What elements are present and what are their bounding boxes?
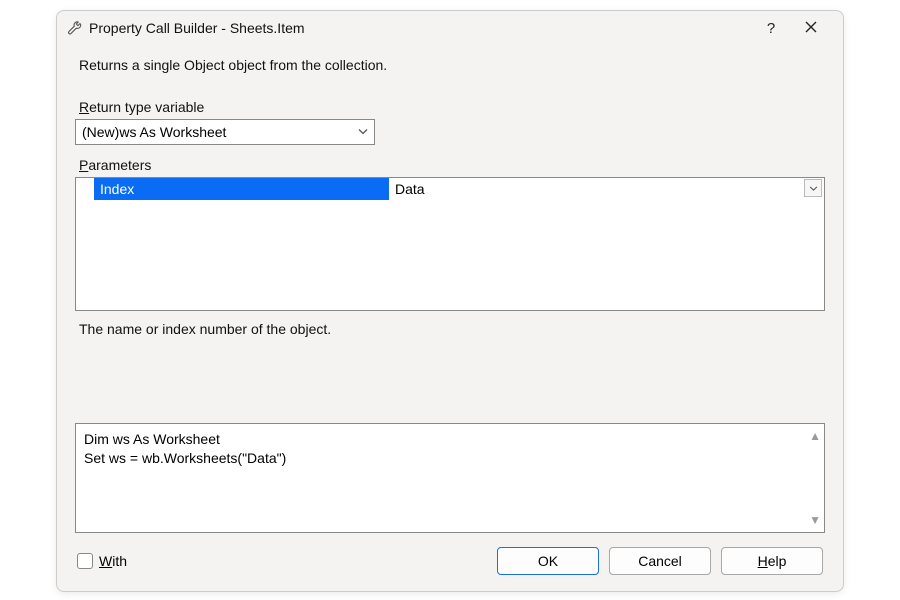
code-preview[interactable]: Dim ws As Worksheet Set ws = wb.Workshee… [75, 423, 825, 533]
return-type-value: (New)ws As Worksheet [82, 124, 226, 140]
parameters-grid[interactable]: Index Data [75, 177, 825, 311]
ok-button[interactable]: OK [497, 547, 599, 575]
with-checkbox[interactable]: With [77, 553, 127, 569]
parameter-hint: The name or index number of the object. [75, 319, 825, 347]
cancel-button[interactable]: Cancel [609, 547, 711, 575]
parameter-value-cell[interactable]: Data [389, 178, 824, 200]
scroll-down-icon[interactable]: ▼ [809, 513, 821, 527]
help-action-button[interactable]: Help [721, 547, 823, 575]
row-gutter [76, 178, 94, 200]
titlebar: Property Call Builder - Sheets.Item ? [57, 11, 843, 45]
scroll-up-icon[interactable]: ▲ [809, 429, 821, 443]
cancel-label: Cancel [638, 553, 682, 569]
help-button[interactable]: ? [751, 20, 791, 37]
description-text: Returns a single Object object from the … [75, 51, 825, 99]
return-type-combo[interactable]: (New)ws As Worksheet [75, 119, 375, 145]
ok-label: OK [538, 553, 558, 569]
return-type-label: Return type variable [75, 99, 825, 119]
parameter-row[interactable]: Index Data [76, 178, 824, 200]
parameter-value-text: Data [395, 181, 425, 197]
close-button[interactable] [791, 20, 831, 37]
chevron-down-icon[interactable] [804, 179, 822, 197]
parameters-label: Parameters [75, 157, 825, 177]
chevron-down-icon [358, 127, 368, 138]
dialog-content: Returns a single Object object from the … [57, 45, 843, 591]
wrench-icon [67, 20, 83, 36]
help-label-h: H [758, 553, 768, 569]
parameter-name-cell[interactable]: Index [94, 178, 389, 200]
code-preview-wrap: Dim ws As Worksheet Set ws = wb.Workshee… [75, 423, 825, 533]
footer: With OK Cancel Help [75, 547, 825, 577]
property-call-builder-dialog: Property Call Builder - Sheets.Item ? Re… [56, 10, 844, 592]
window-title: Property Call Builder - Sheets.Item [89, 20, 751, 36]
help-label-rest: elp [768, 553, 787, 569]
checkbox-box [77, 553, 93, 569]
with-label: With [99, 553, 127, 569]
